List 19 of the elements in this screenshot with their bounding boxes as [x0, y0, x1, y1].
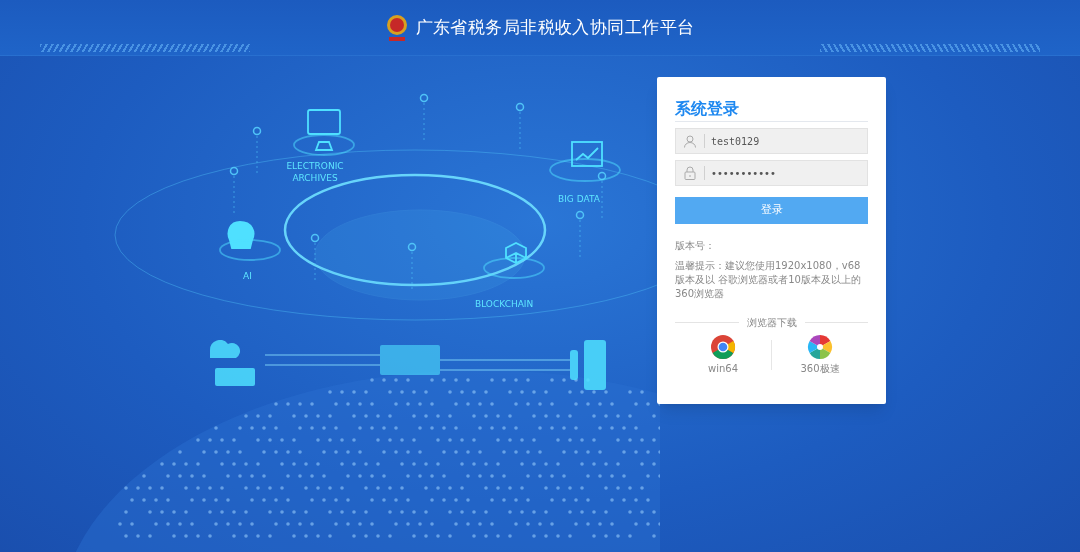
feature-label: AI	[243, 270, 252, 282]
password-field[interactable]: •••••••••••	[675, 160, 868, 186]
feature-label: ELECTRONIC ARCHIVES	[285, 160, 345, 184]
browser-logo-icon[interactable]	[710, 334, 736, 360]
feature-label: BIG DATA	[558, 193, 600, 205]
download-link[interactable]: 360极速	[800, 361, 840, 376]
download-heading: 浏览器下载	[746, 316, 797, 330]
version-label: 版本号：	[675, 239, 716, 253]
user-icon	[684, 134, 696, 148]
pinwheel-logo-icon[interactable]	[807, 334, 833, 360]
lock-icon	[684, 166, 696, 180]
login-button[interactable]: 登录	[675, 197, 868, 224]
download-link[interactable]: win64	[708, 361, 738, 376]
feature-label: BLOCKCHAIN	[475, 298, 534, 310]
platform-title: 广东省税务局非税收入协同工作平台	[415, 15, 695, 39]
emblem-icon	[385, 13, 408, 42]
username-field[interactable]: test0129	[675, 128, 868, 154]
login-title: 系统登录	[675, 99, 868, 122]
tip-text: 温馨提示：建议您使用1920x1080，v68版本及以 谷歌浏览器或者10版本及以上的360浏览器	[675, 259, 862, 301]
